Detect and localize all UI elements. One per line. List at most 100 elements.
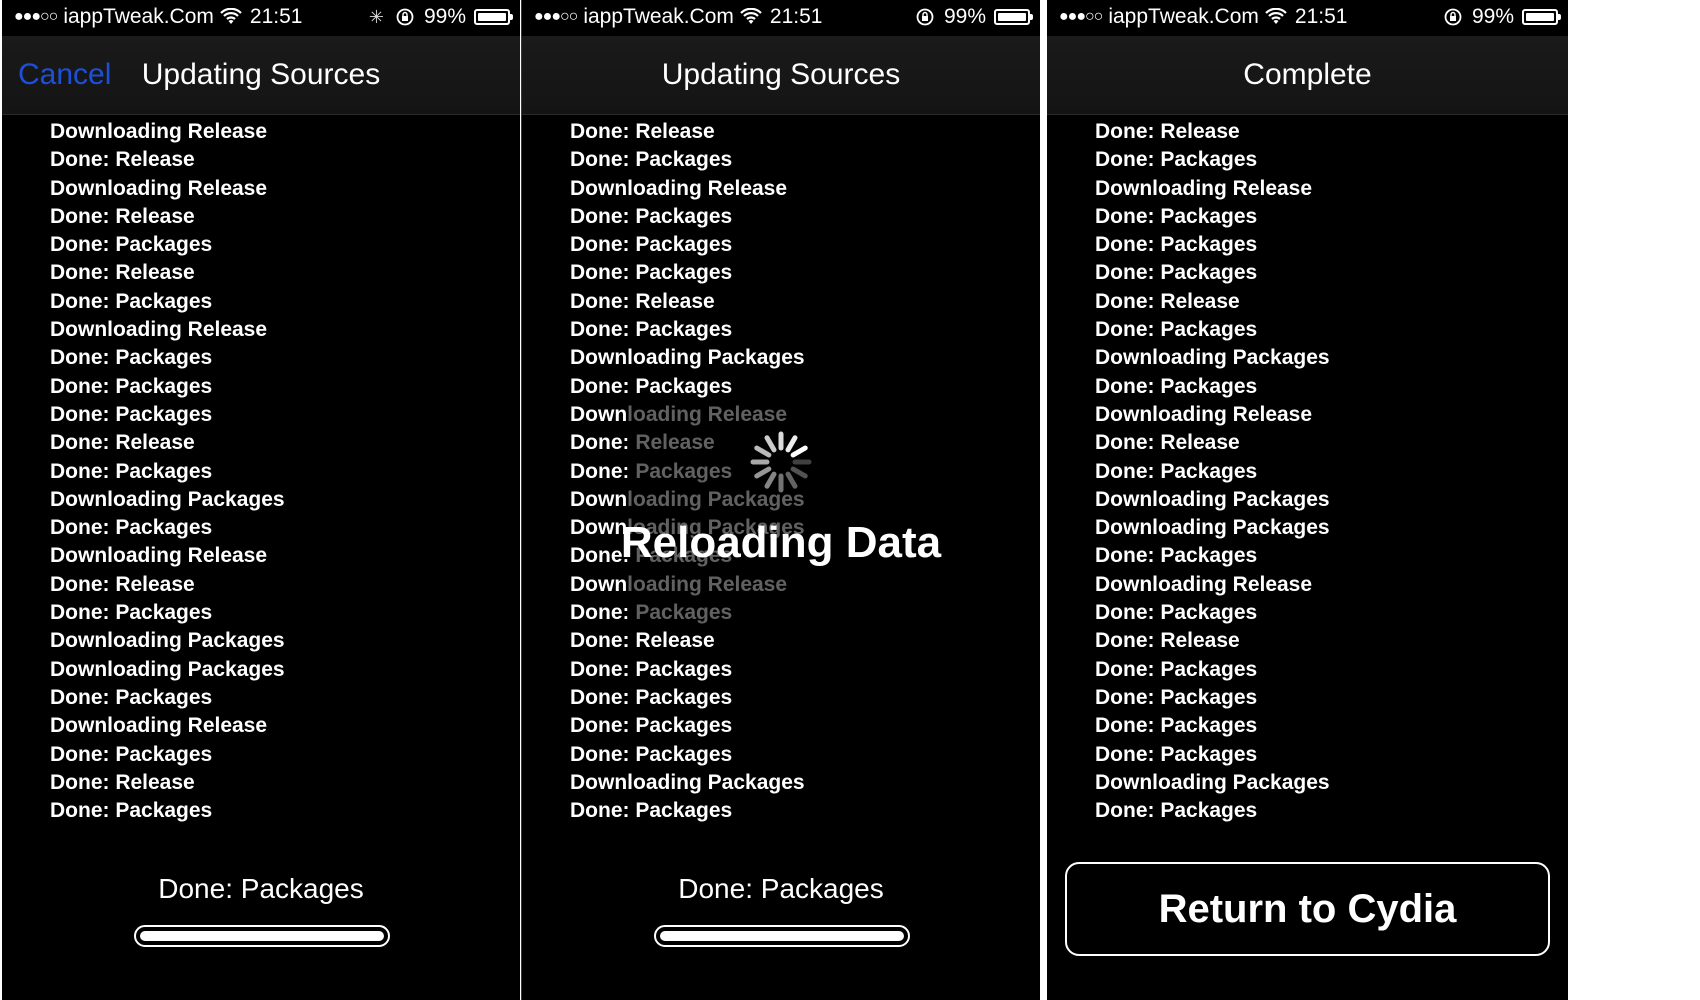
cancel-button[interactable]: Cancel [18, 36, 111, 114]
divider [1043, 0, 1046, 1000]
battery-percent: 99% [943, 5, 986, 28]
log-line: Downloading Packages [50, 629, 285, 653]
time-label: 21:51 [249, 5, 303, 28]
log-line: Downloading Release [1095, 572, 1313, 596]
log-line: Done: Release [50, 572, 195, 596]
navigation-bar: Updating Sources [522, 36, 1040, 115]
log-line: Done: Release [570, 120, 715, 143]
log-line: Done: Packages [50, 685, 213, 709]
log-line: Done: Release [50, 770, 195, 794]
log-line: Downloading Packages [50, 657, 285, 681]
carrier-label: iappTweak.Com [583, 5, 734, 28]
log-line: Downloading Release [50, 120, 268, 143]
progress-status-label: Done: Packages [678, 873, 884, 904]
log-line: Done: Release [1095, 431, 1240, 455]
progress-status-label: Done: Packages [158, 873, 364, 904]
log-line: Done: Packages [570, 233, 733, 257]
signal-icon: ●●●○○ [14, 8, 58, 25]
progress-fill [140, 931, 384, 941]
log-line: Done: Packages [1095, 799, 1258, 823]
wifi-icon [1265, 8, 1287, 24]
log-line: Downloading Packages [570, 487, 805, 511]
screen-complete: ●●●○○ iappTweak.Com 21:51 99% Complete D… [1047, 0, 1568, 1000]
log-line: Done: Packages [570, 657, 733, 681]
log-line: Done: Packages [570, 799, 733, 823]
carrier-label: iappTweak.Com [63, 5, 214, 28]
log-line: Downloading Packages [570, 346, 805, 370]
signal-icon: ●●●○○ [534, 8, 578, 25]
rotation-lock-icon [396, 8, 414, 26]
log-line: Done: Packages [570, 601, 733, 625]
log-line: Downloading Packages [1095, 346, 1330, 370]
log-line: Done: Packages [1095, 685, 1258, 709]
rotation-lock-icon [916, 8, 934, 26]
navigation-bar: Complete [1047, 36, 1568, 115]
log-line: Done: Packages [50, 374, 213, 398]
log-line: Done: Packages [50, 742, 213, 766]
log-line: Done: Packages [570, 318, 733, 342]
log-line: Done: Packages [570, 374, 733, 398]
return-to-cydia-button[interactable]: Return to Cydia [1065, 862, 1550, 956]
log-list: Downloading Release Done: Release Download… [50, 118, 510, 825]
log-line: Downloading Packages [570, 516, 805, 540]
page-title: Updating Sources [661, 58, 901, 91]
status-bar: ●●●○○ iappTweak.Com 21:51 ✳ 99% [2, 0, 520, 36]
log-line: Done: Packages [50, 516, 213, 540]
time-label: 21:51 [769, 5, 823, 28]
battery-percent: 99% [1471, 5, 1514, 28]
log-line: Done: Packages [1095, 148, 1258, 172]
battery-icon [994, 9, 1033, 25]
log-line: Done: Packages [570, 204, 733, 228]
log-line: Done: Release [50, 204, 195, 228]
log-line: Downloading Release [1095, 176, 1313, 200]
log-line: Done: Packages [1095, 714, 1258, 738]
log-list: Done: Release Done: Packages Downloading R… [1095, 118, 1558, 825]
log-line: Downloading Release [570, 176, 788, 200]
navigation-bar: Updating Sources Cancel [2, 36, 520, 115]
log-line: Done: Packages [50, 289, 213, 313]
log-line: Done: Release [50, 148, 195, 172]
log-line: Done: Packages [570, 148, 733, 172]
log-line: Downloading Release [570, 402, 788, 426]
log-line: Done: Packages [50, 459, 213, 483]
log-line: Downloading Packages [1095, 487, 1330, 511]
log-line: Done: Packages [570, 714, 733, 738]
battery-icon [474, 9, 513, 25]
log-line: Done: Packages [50, 799, 213, 823]
screen-updating-sources-1: ●●●○○ iappTweak.Com 21:51 ✳ 99% Updating… [2, 0, 520, 1000]
battery-percent: 99% [423, 5, 466, 28]
log-line: Downloading Release [50, 176, 268, 200]
log-line: Done: Packages [1095, 261, 1258, 285]
log-line: Done: Release [570, 431, 715, 455]
log-line: Done: Packages [1095, 374, 1258, 398]
log-line: Downloading Packages [1095, 516, 1330, 540]
log-line: Done: Packages [570, 544, 733, 568]
log-line: Downloading Release [50, 318, 268, 342]
rotation-lock-icon [1444, 8, 1462, 26]
log-line: Done: Release [1095, 629, 1240, 653]
log-line: Downloading Release [570, 572, 788, 596]
log-line: Done: Release [50, 261, 195, 285]
wifi-icon [220, 8, 242, 24]
log-line: Downloading Packages [570, 770, 805, 794]
status-bar: ●●●○○ iappTweak.Com 21:51 99% [522, 0, 1040, 36]
log-line: Done: Release [50, 431, 195, 455]
time-label: 21:51 [1294, 5, 1348, 28]
log-list: Done: Release Done: Packages Downloading R… [570, 118, 1030, 825]
screen-updating-sources-2: ●●●○○ iappTweak.Com 21:51 99% Updating S… [522, 0, 1040, 1000]
log-line: Done: Packages [1095, 544, 1258, 568]
log-line: Downloading Release [50, 544, 268, 568]
log-line: Done: Release [1095, 120, 1240, 143]
log-line: Downloading Packages [50, 487, 285, 511]
log-line: Done: Packages [1095, 459, 1258, 483]
log-line: Done: Packages [1095, 233, 1258, 257]
status-bar: ●●●○○ iappTweak.Com 21:51 99% [1047, 0, 1568, 36]
log-line: Done: Packages [50, 346, 213, 370]
log-line: Done: Packages [570, 459, 733, 483]
log-line: Done: Release [1095, 289, 1240, 313]
log-line: Done: Packages [50, 233, 213, 257]
log-line: Done: Packages [1095, 601, 1258, 625]
log-line: Downloading Release [1095, 402, 1313, 426]
log-line: Done: Packages [570, 685, 733, 709]
wifi-icon [740, 8, 762, 24]
